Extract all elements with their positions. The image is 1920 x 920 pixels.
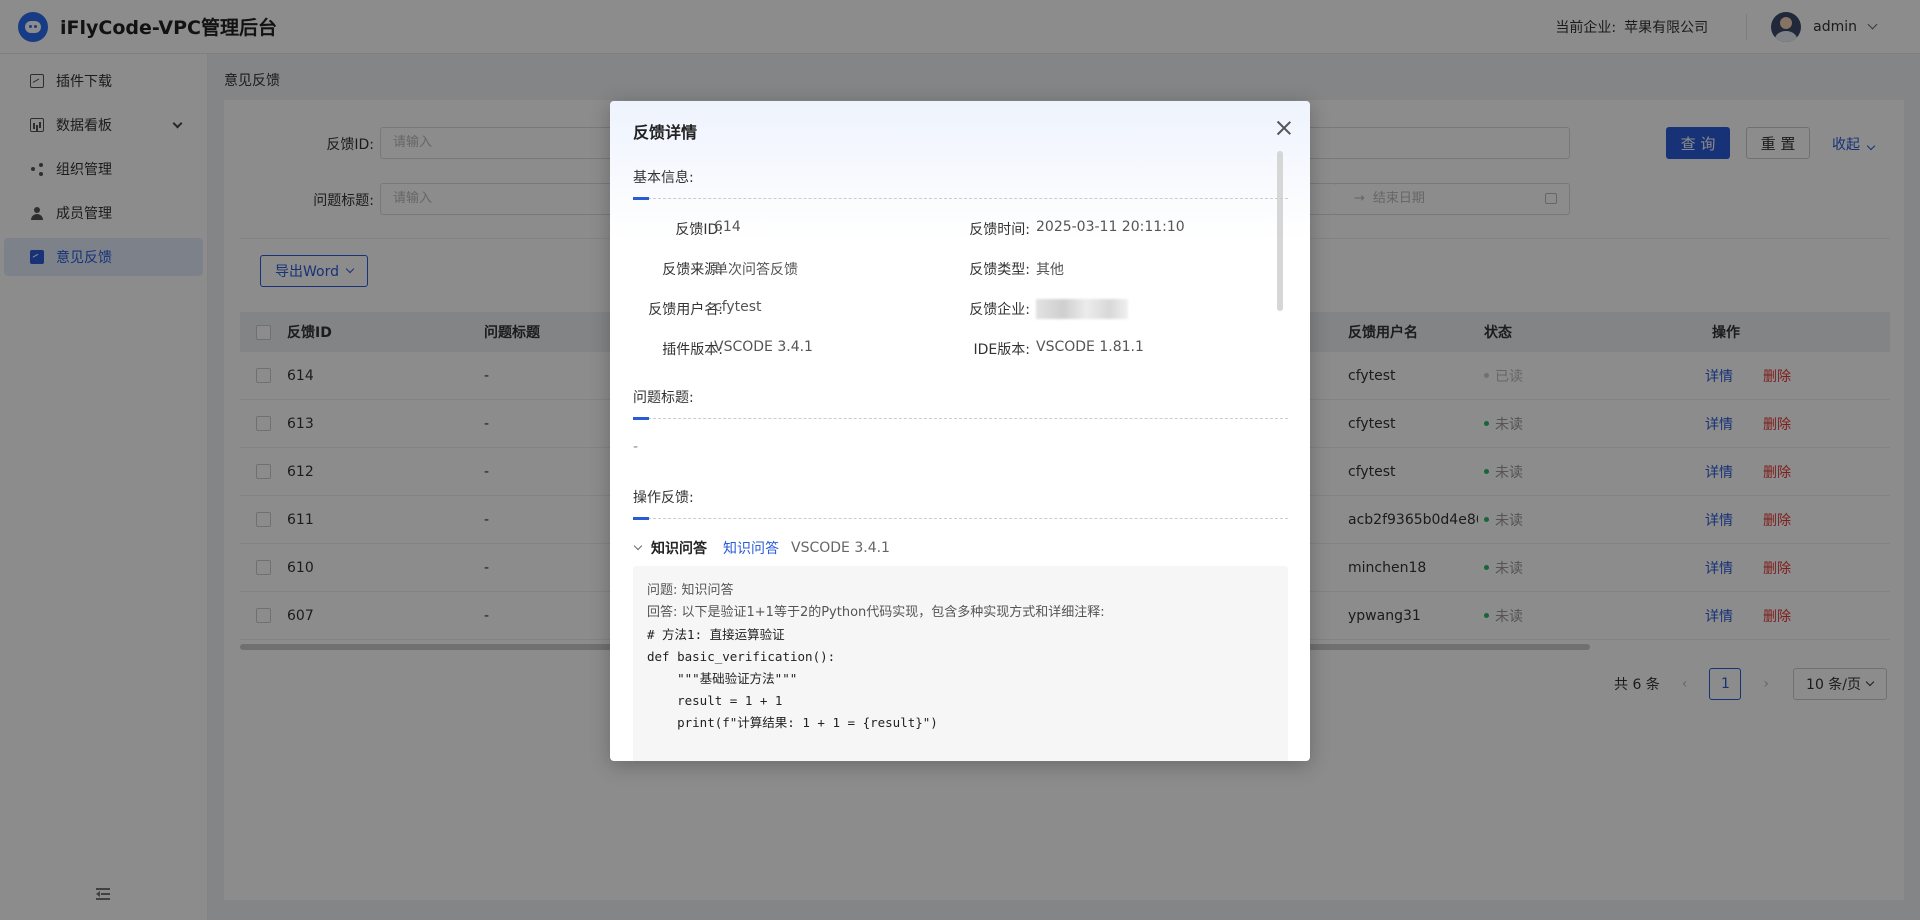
redacted-company-value xyxy=(1036,299,1128,319)
code-line: # 方法1: 直接运算验证 xyxy=(647,627,785,642)
ide-version-value: VSCODE 1.81.1 xyxy=(1036,339,1144,355)
qa-tag: 知识问答 xyxy=(723,541,779,557)
qa-question: 问题: 知识问答 xyxy=(647,583,734,598)
code-line: """基础验证方法""" xyxy=(647,671,798,686)
qa-content: 问题: 知识问答 回答: 以下是验证1+1等于2的Python代码实现，包含多种… xyxy=(633,566,1288,761)
qa-collapse-header[interactable]: 知识问答 知识问答 VSCODE 3.4.1 xyxy=(633,538,890,558)
plugin-version-value: VSCODE 3.4.1 xyxy=(714,339,813,355)
feedback-user-value: cfytest xyxy=(714,299,762,315)
modal-scrollbar[interactable] xyxy=(1277,151,1283,311)
plugin-version-key: 插件版本: xyxy=(662,342,723,358)
section-divider xyxy=(633,197,1288,200)
modal-title: 反馈详情 xyxy=(633,123,698,142)
operation-feedback-section: 操作反馈: xyxy=(633,490,694,506)
feedback-time-key: 反馈时间: xyxy=(969,222,1030,238)
question-title-section: 问题标题: xyxy=(633,390,694,406)
qa-header: 知识问答 xyxy=(651,541,707,557)
close-icon[interactable] xyxy=(1276,120,1292,136)
feedback-detail-modal: 反馈详情 基本信息: 反馈ID: 614 反馈时间: 2025-03-11 20… xyxy=(610,101,1310,761)
question-title-value: - xyxy=(633,439,639,455)
section-divider xyxy=(633,517,1288,520)
section-divider xyxy=(633,417,1288,420)
chevron-down-icon xyxy=(633,541,643,551)
qa-version: VSCODE 3.4.1 xyxy=(791,540,890,556)
feedback-id-key: 反馈ID: xyxy=(675,222,723,238)
feedback-id-value: 614 xyxy=(714,219,741,235)
feedback-source-key: 反馈来源: xyxy=(662,262,723,278)
ide-version-key: IDE版本: xyxy=(973,342,1030,358)
code-line: def basic_verification(): xyxy=(647,649,836,664)
feedback-type-value: 其他 xyxy=(1036,262,1064,278)
code-line: result = 1 + 1 xyxy=(647,693,783,708)
qa-answer: 回答: 以下是验证1+1等于2的Python代码实现，包含多种实现方式和详细注释… xyxy=(647,605,1105,620)
code-line: print(f"计算结果: 1 + 1 = {result}") xyxy=(647,715,938,730)
feedback-user-key: 反馈用户名: xyxy=(648,302,723,318)
feedback-time-value: 2025-03-11 20:11:10 xyxy=(1036,219,1185,235)
feedback-company-key: 反馈企业: xyxy=(969,302,1030,318)
feedback-source-value: 单次问答反馈 xyxy=(714,262,798,278)
basic-info-title: 基本信息: xyxy=(633,170,694,186)
feedback-type-key: 反馈类型: xyxy=(969,262,1030,278)
